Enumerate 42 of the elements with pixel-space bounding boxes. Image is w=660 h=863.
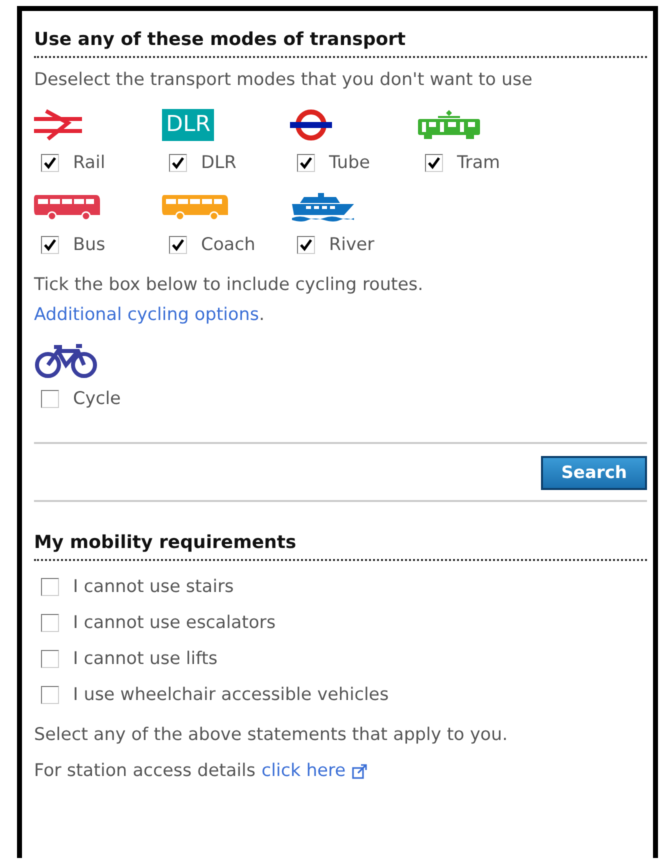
checkbox-label: Cycle: [73, 389, 121, 409]
checkbox-label: I cannot use stairs: [73, 577, 234, 597]
checkbox[interactable]: [41, 578, 59, 596]
checkbox[interactable]: [297, 236, 315, 254]
checkbox[interactable]: [169, 154, 187, 172]
checkbox[interactable]: [297, 154, 315, 172]
checkbox-label: Coach: [201, 235, 256, 255]
external-link-icon: [352, 763, 368, 779]
section-title: Use any of these modes of transport: [34, 29, 647, 58]
boat-icon: [290, 191, 356, 223]
cycling-options-link[interactable]: Additional cycling options: [34, 305, 259, 325]
checkbox[interactable]: [41, 650, 59, 668]
coach-icon: [162, 193, 230, 221]
checkbox[interactable]: [169, 236, 187, 254]
bus-icon: [34, 193, 102, 221]
checkbox[interactable]: [41, 154, 59, 172]
dlr-logo: DLR: [162, 109, 214, 141]
bicycle-icon: [34, 343, 98, 379]
access-link[interactable]: click here: [262, 761, 346, 781]
tram-icon: [418, 109, 480, 141]
section-title: My mobility requirements: [34, 532, 647, 561]
checkbox-label: I use wheelchair accessible vehicles: [73, 685, 389, 705]
checkbox-label: Tram: [457, 153, 500, 173]
roundel-icon: [290, 108, 332, 142]
search-button[interactable]: Search: [541, 456, 647, 490]
checkbox[interactable]: [41, 236, 59, 254]
checkbox-label: Tube: [329, 153, 370, 173]
rail-icon: [34, 109, 82, 141]
checkbox[interactable]: [41, 614, 59, 632]
checkbox-label: Bus: [73, 235, 106, 255]
checkbox[interactable]: [41, 686, 59, 704]
checkbox-label: DLR: [201, 153, 236, 173]
checkbox-label: I cannot use escalators: [73, 613, 276, 633]
checkbox[interactable]: [41, 390, 59, 408]
checkbox[interactable]: [425, 154, 443, 172]
instruction-text: Deselect the transport modes that you don't want to use: [34, 70, 534, 90]
checkbox-label: I cannot use lifts: [73, 649, 218, 669]
checkbox-label: Rail: [73, 153, 106, 173]
help-text: For station access details: [34, 761, 256, 781]
checkbox-label: River: [329, 235, 374, 255]
help-text: Select any of the above statements that apply to you.: [34, 725, 509, 745]
cycling-note: Tick the box below to include cycling routes. Additional cycling options.: [34, 274, 424, 327]
